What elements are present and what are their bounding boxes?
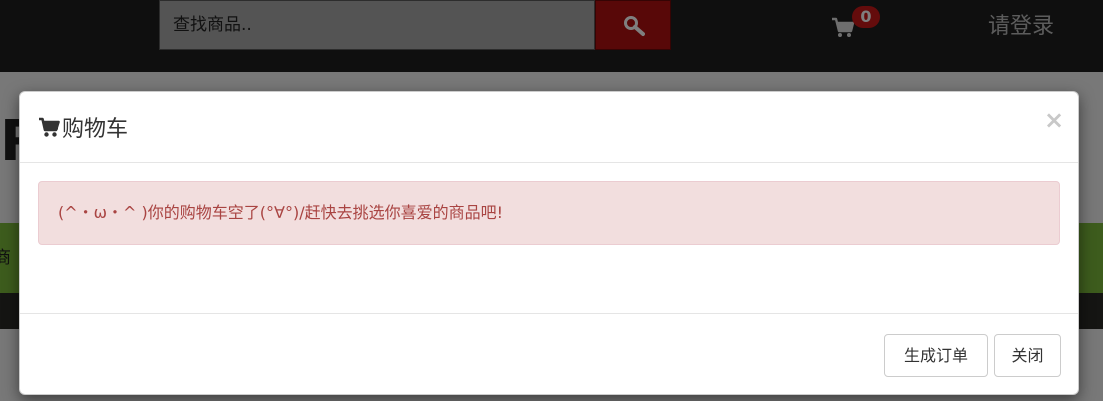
close-icon[interactable]: × xyxy=(1044,108,1064,132)
cart-modal: 购物车 × (^・ω・^ )你的购物车空了(°∀°)/赶快去挑选你喜爱的商品吧!… xyxy=(19,91,1079,395)
modal-header: 购物车 × xyxy=(20,92,1078,163)
modal-title-text: 购物车 xyxy=(62,117,129,142)
close-button[interactable]: 关闭 xyxy=(994,334,1061,377)
generate-order-button[interactable]: 生成订单 xyxy=(884,334,988,377)
empty-cart-alert: (^・ω・^ )你的购物车空了(°∀°)/赶快去挑选你喜爱的商品吧! xyxy=(38,181,1060,245)
modal-footer: 生成订单 关闭 xyxy=(20,313,1078,395)
shopping-cart-icon xyxy=(39,117,60,137)
modal-title: 购物车 xyxy=(38,112,128,142)
